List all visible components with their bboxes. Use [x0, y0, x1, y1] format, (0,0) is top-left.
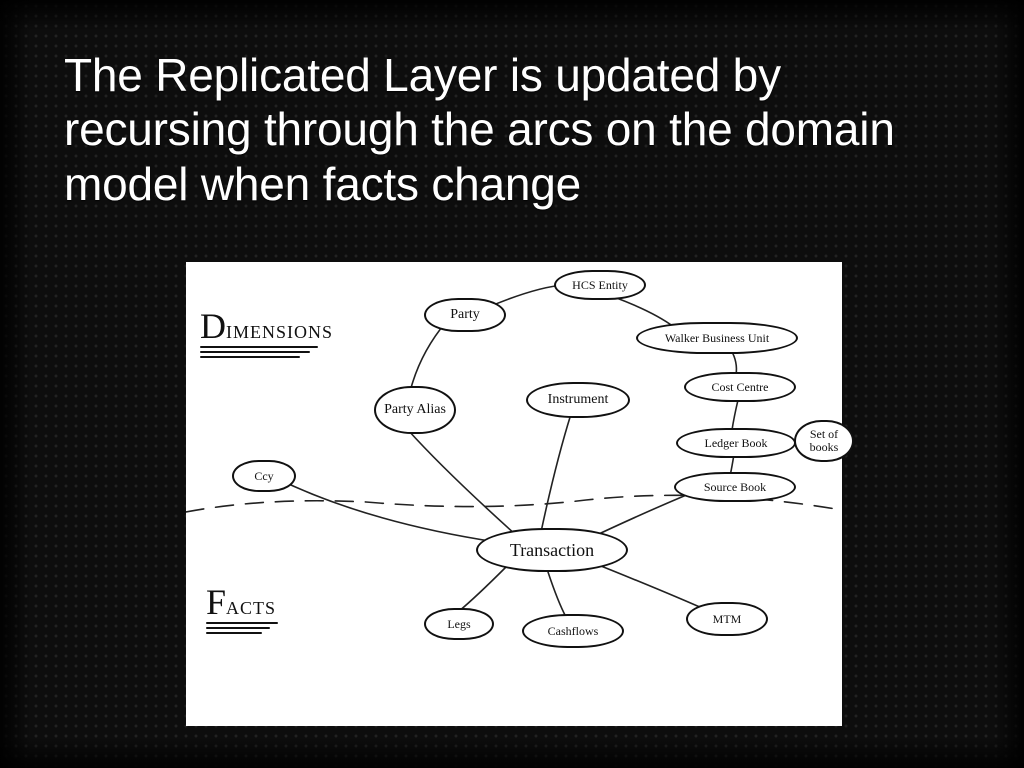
node-cashflows: Cashflows — [522, 614, 624, 648]
node-walker-bu: Walker Business Unit — [636, 322, 798, 354]
diagram-canvas: DIMENSIONS FACTS — [186, 262, 842, 726]
node-set-of-books: Set of books — [794, 420, 854, 462]
node-cost-centre: Cost Centre — [684, 372, 796, 402]
node-ccy: Ccy — [232, 460, 296, 492]
slide-title: The Replicated Layer is updated by recur… — [64, 48, 964, 211]
node-source-book: Source Book — [674, 472, 796, 502]
section-label-dimensions: DIMENSIONS — [200, 314, 333, 358]
node-transaction: Transaction — [476, 528, 628, 572]
section-label-facts: FACTS — [206, 590, 280, 634]
node-hcs-entity: HCS Entity — [554, 270, 646, 300]
node-ledger-book: Ledger Book — [676, 428, 796, 458]
node-mtm: MTM — [686, 602, 768, 636]
node-legs: Legs — [424, 608, 494, 640]
node-party: Party — [424, 298, 506, 332]
node-instrument: Instrument — [526, 382, 630, 418]
node-party-alias: Party Alias — [374, 386, 456, 434]
slide-root: The Replicated Layer is updated by recur… — [0, 0, 1024, 768]
